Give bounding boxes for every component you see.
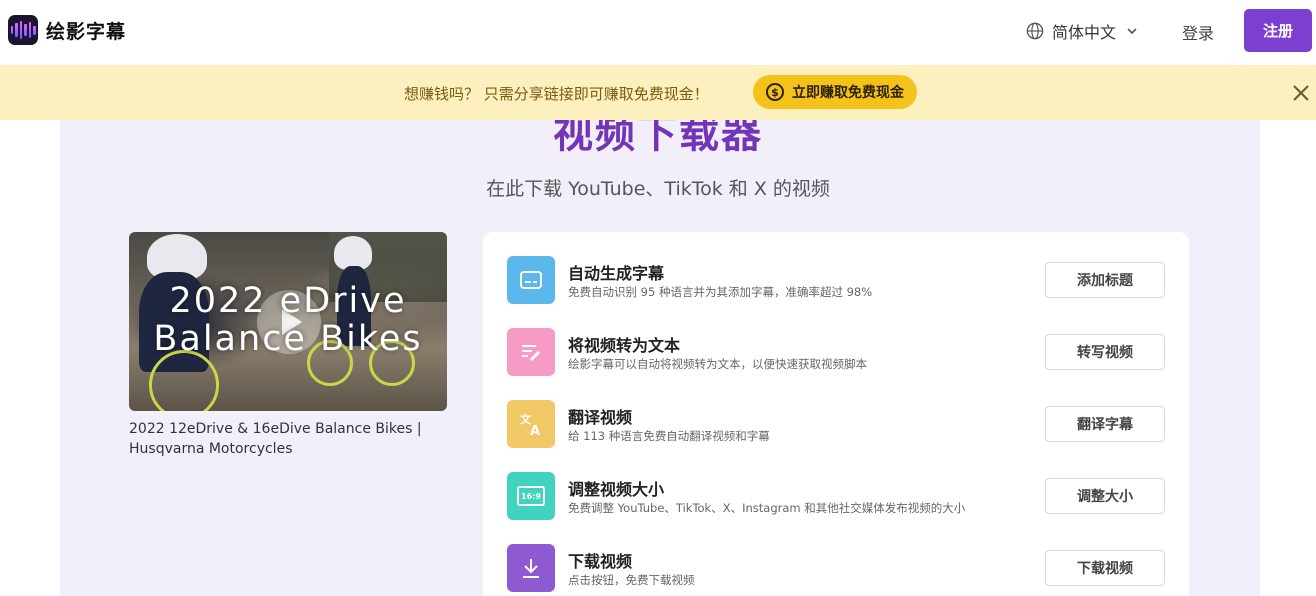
tool-description: 绘影字幕可以自动将视频转为文本，以便快速获取视频脚本 [568,357,867,371]
video-overlay-text: 2022 eDrive Balance Bikes [153,281,423,359]
earn-cash-button[interactable]: $ 立即赚取免费现金 [753,75,917,109]
transcribe-icon [507,328,555,376]
tool-name: 下载视频 [568,552,633,571]
tool-description: 免费自动识别 95 种语言并为其添加字幕，准确率超过 98% [568,285,873,299]
tools-card: 自动生成字幕 免费自动识别 95 种语言并为其添加字幕，准确率超过 98% 添加… [483,232,1189,596]
close-icon[interactable] [1290,82,1312,104]
page-title: 视频下载器 [553,120,763,157]
tool-description: 点击按钮，免费下载视频 [568,573,695,587]
tool-name: 翻译视频 [568,408,633,427]
banner-text: 想赚钱吗？ 只需分享链接即可赚取免费现金！ [404,85,709,103]
subtitle-icon [507,256,555,304]
logo-icon [8,15,38,45]
tool-name: 自动生成字幕 [568,264,665,283]
tool-download: 下载视频 点击按钮，免费下载视频 下载视频 [507,544,1177,592]
tool-name: 将视频转为文本 [568,336,681,355]
aspect-ratio-label: 16:9 [517,486,545,506]
logo[interactable]: 绘影字幕 [8,15,126,45]
add-subtitle-button[interactable]: 添加标题 [1045,262,1165,298]
earn-cash-label: 立即赚取免费现金 [792,85,904,101]
page-subtitle: 在此下载 YouTube、TikTok 和 X 的视频 [486,178,830,200]
translate-subtitle-button[interactable]: 翻译字幕 [1045,406,1165,442]
coin-icon: $ [766,83,784,101]
video-thumbnail[interactable]: 2022 eDrive Balance Bikes [129,232,447,411]
tool-auto-subtitle: 自动生成字幕 免费自动识别 95 种语言并为其添加字幕，准确率超过 98% 添加… [507,256,1177,304]
header: 绘影字幕 简体中文 登录 注册 [0,0,1316,64]
transcribe-video-button[interactable]: 转写视频 [1045,334,1165,370]
login-link[interactable]: 登录 [1182,20,1214,44]
resize-button[interactable]: 调整大小 [1045,478,1165,514]
language-selector[interactable]: 简体中文 [1026,19,1138,43]
chevron-down-icon [1127,28,1137,35]
translate-icon: 文A [507,400,555,448]
download-video-button[interactable]: 下载视频 [1045,550,1165,586]
download-icon [507,544,555,592]
promo-banner: 想赚钱吗？ 只需分享链接即可赚取免费现金！ $ 立即赚取免费现金 [0,65,1316,120]
video-title: 2022 12eDrive & 16eDive Balance Bikes | … [129,421,422,457]
brand-name: 绘影字幕 [46,20,127,43]
bike-wheel [149,350,219,411]
tool-transcribe: 将视频转为文本 绘影字幕可以自动将视频转为文本，以便快速获取视频脚本 转写视频 [507,328,1177,376]
signup-button[interactable]: 注册 [1244,9,1312,52]
resize-icon: 16:9 [507,472,555,520]
svg-text:A: A [530,424,540,438]
tool-translate: 文A 翻译视频 给 113 种语言免费自动翻译视频和字幕 翻译字幕 [507,400,1177,448]
title-clip: 视频下载器 [0,120,1316,160]
globe-icon [1026,22,1044,40]
language-label: 简体中文 [1052,23,1117,42]
tool-description: 免费调整 YouTube、TikTok、X、Instagram 和其他社交媒体发… [568,501,966,515]
rider-helmet [334,236,372,270]
tool-name: 调整视频大小 [568,480,665,499]
tool-description: 给 113 种语言免费自动翻译视频和字幕 [568,429,770,443]
tool-resize: 16:9 调整视频大小 免费调整 YouTube、TikTok、X、Instag… [507,472,1177,520]
